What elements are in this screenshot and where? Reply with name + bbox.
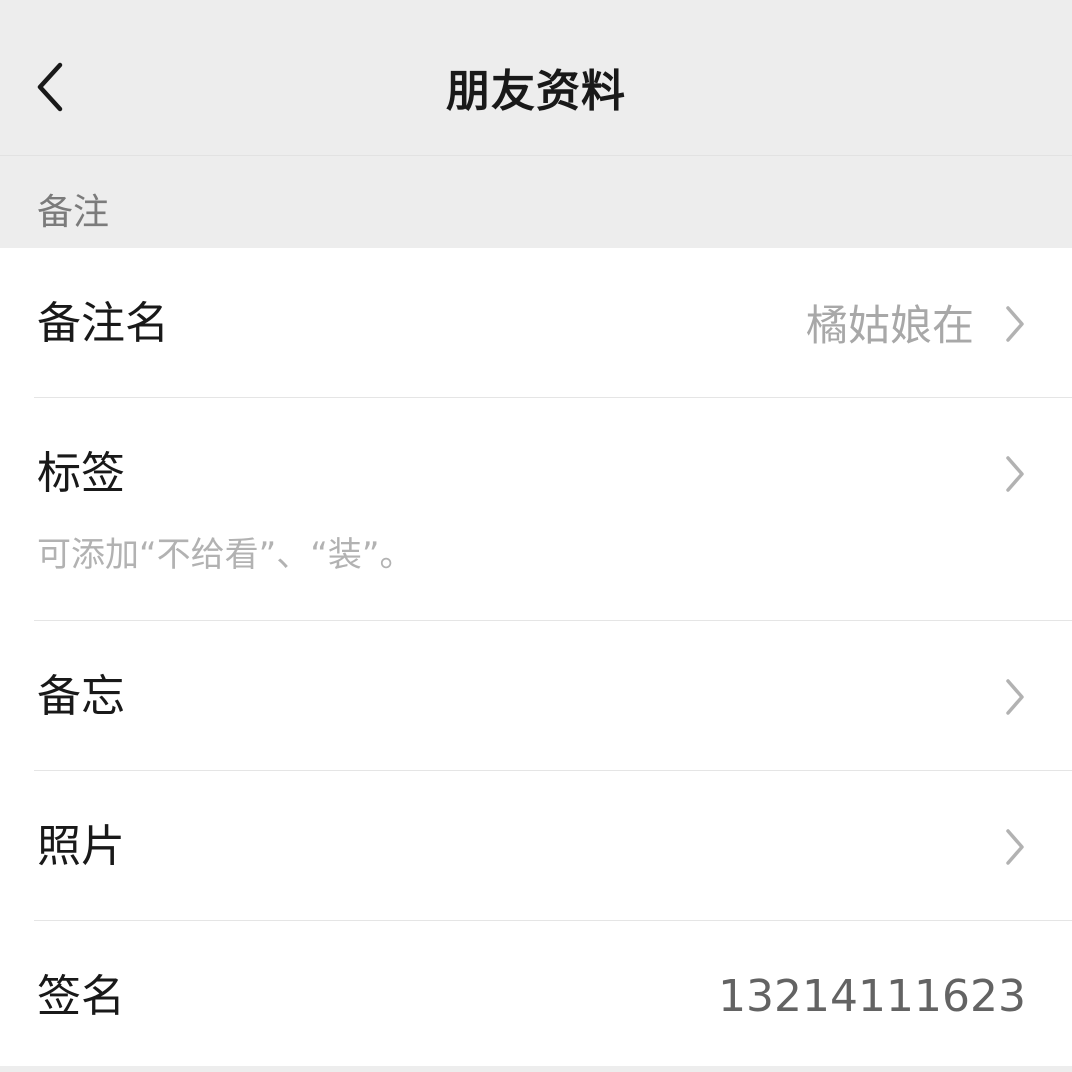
remark-name-value: 橘姑娘在 [805, 301, 974, 350]
signature-label: 签名 [37, 971, 125, 1022]
signature-row: 签名 13214111623 [0, 921, 1072, 1066]
memo-label: 备忘 [37, 671, 125, 722]
chevron-right-icon [998, 675, 1032, 719]
photos-label: 照片 [37, 821, 125, 872]
navigation-bar: 朋友资料 [0, 0, 1072, 156]
tags-label: 标签 [37, 448, 125, 499]
bottom-divider [0, 1066, 1072, 1072]
chevron-right-icon [998, 825, 1032, 869]
tags-row[interactable]: 标签 可添加“不给看”、“装”。 [0, 398, 1072, 620]
memo-row[interactable]: 备忘 [0, 621, 1072, 770]
remark-name-row[interactable]: 备注名 橘姑娘在 [0, 248, 1072, 398]
section-header-label: 备注 [37, 192, 110, 233]
chevron-right-icon [998, 452, 1032, 496]
remark-name-label: 备注名 [37, 298, 169, 349]
chevron-right-icon [998, 302, 1032, 346]
friend-profile-screen: 朋友资料 备注 备注名 橘姑娘在 标签 可添加“不给看”、“装”。 备忘 照片 … [0, 0, 1072, 1072]
photos-row[interactable]: 照片 [0, 771, 1072, 920]
page-title: 朋友资料 [446, 66, 626, 117]
signature-value: 13214111623 [718, 971, 1026, 1022]
section-header [0, 156, 1072, 248]
profile-settings-list: 备注名 橘姑娘在 标签 可添加“不给看”、“装”。 备忘 照片 签名 13214… [0, 248, 1072, 1072]
tags-hint: 可添加“不给看”、“装”。 [37, 535, 414, 575]
